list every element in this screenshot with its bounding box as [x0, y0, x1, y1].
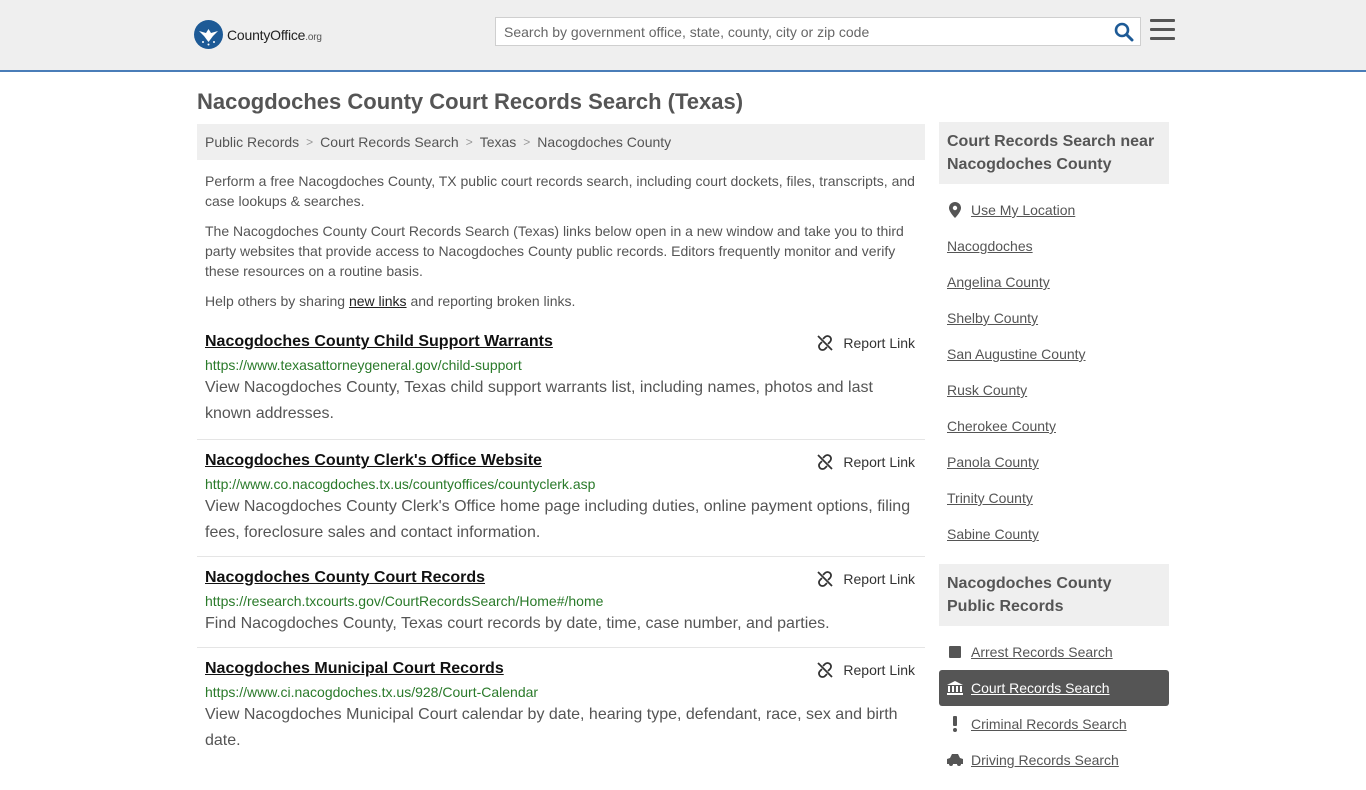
intro-paragraph: Perform a free Nacogdoches County, TX pu… — [205, 173, 915, 209]
listing-item: Nacogdoches County Clerk's Office Websit… — [197, 440, 925, 557]
search-box — [495, 17, 1141, 46]
records-item-driving[interactable]: Driving Records Search — [939, 742, 1169, 778]
nearby-link[interactable]: Nacogdoches — [947, 238, 1033, 254]
nearby-item[interactable]: Sabine County — [939, 516, 1169, 552]
nearby-heading: Court Records Search near Nacogdoches Co… — [939, 122, 1169, 184]
main-content: Public Records > Court Records Search > … — [197, 124, 925, 768]
nearby-item[interactable]: Trinity County — [939, 480, 1169, 516]
site-header: CountyOffice.org — [0, 0, 1366, 72]
nearby-link[interactable]: Shelby County — [947, 310, 1038, 326]
report-link-button[interactable]: Report Link — [817, 662, 915, 678]
listing-item: Nacogdoches Municipal Court Records http… — [197, 648, 925, 768]
listing-url: https://research.txcourts.gov/CourtRecor… — [205, 593, 604, 609]
sidebar: Court Records Search near Nacogdoches Co… — [939, 122, 1169, 790]
report-link-button[interactable]: Report Link — [817, 454, 915, 470]
nearby-link[interactable]: Trinity County — [947, 490, 1033, 506]
breadcrumb-texas[interactable]: Texas — [480, 134, 517, 150]
nearby-item[interactable]: Shelby County — [939, 300, 1169, 336]
broken-link-icon — [817, 571, 834, 587]
listing-item: Nacogdoches County Child Support Warrant… — [197, 327, 925, 440]
intro-paragraph: Help others by sharing new links and rep… — [205, 293, 576, 309]
nearby-item[interactable]: Panola County — [939, 444, 1169, 480]
chevron-right-icon: > — [465, 135, 473, 149]
nearby-link[interactable]: San Augustine County — [947, 346, 1086, 362]
driving-records-link[interactable]: Driving Records Search — [971, 752, 1119, 768]
court-records-link[interactable]: Court Records Search — [971, 680, 1110, 696]
nearby-item[interactable]: San Augustine County — [939, 336, 1169, 372]
new-links-link[interactable]: new links — [349, 293, 407, 309]
arrest-records-link[interactable]: Arrest Records Search — [971, 644, 1113, 660]
report-link-button[interactable]: Report Link — [817, 335, 915, 351]
public-records-heading: Nacogdoches County Public Records — [939, 564, 1169, 626]
nearby-link[interactable]: Panola County — [947, 454, 1039, 470]
records-item-criminal[interactable]: Criminal Records Search — [939, 706, 1169, 742]
intro-paragraph: The Nacogdoches County Court Records Sea… — [205, 223, 904, 279]
listing-title-link[interactable]: Nacogdoches Municipal Court Records — [205, 660, 504, 677]
broken-link-icon — [817, 662, 834, 678]
report-link-button[interactable]: Report Link — [817, 571, 915, 587]
page-title: Nacogdoches County Court Records Search … — [197, 89, 744, 114]
broken-link-icon — [817, 335, 834, 351]
site-logo[interactable]: CountyOffice.org — [194, 20, 322, 49]
use-location-item[interactable]: Use My Location — [939, 192, 1169, 228]
listing-description: Find Nacogdoches County, Texas court rec… — [205, 615, 830, 632]
listing-url: https://www.ci.nacogdoches.tx.us/928/Cou… — [205, 684, 539, 700]
exclamation-icon — [947, 716, 963, 732]
listing-description: View Nacogdoches Municipal Court calenda… — [205, 706, 898, 749]
breadcrumb-public-records[interactable]: Public Records — [205, 134, 299, 150]
public-records-list: Arrest Records Search Court Records Sear… — [939, 626, 1169, 790]
nearby-link[interactable]: Rusk County — [947, 382, 1027, 398]
listing-title-link[interactable]: Nacogdoches County Court Records — [205, 569, 485, 586]
map-pin-icon — [947, 202, 963, 218]
listing-url: http://www.co.nacogdoches.tx.us/countyof… — [205, 476, 596, 492]
nearby-link[interactable]: Cherokee County — [947, 418, 1056, 434]
nearby-item[interactable]: Nacogdoches — [939, 228, 1169, 264]
listing-description: View Nacogdoches County Clerk's Office h… — [205, 498, 911, 541]
breadcrumb-current: Nacogdoches County — [537, 134, 672, 150]
square-icon — [947, 646, 963, 658]
breadcrumb-court-records-search[interactable]: Court Records Search — [320, 134, 459, 150]
nearby-item[interactable]: Cherokee County — [939, 408, 1169, 444]
listing-url: https://www.texasattorneygeneral.gov/chi… — [205, 357, 522, 373]
chevron-right-icon: > — [306, 135, 314, 149]
courthouse-icon — [947, 681, 963, 695]
nearby-link[interactable]: Sabine County — [947, 526, 1039, 542]
listing-title-link[interactable]: Nacogdoches County Child Support Warrant… — [205, 333, 553, 350]
search-icon[interactable] — [1114, 22, 1134, 42]
chevron-right-icon: > — [523, 135, 531, 149]
use-my-location-link[interactable]: Use My Location — [971, 202, 1075, 218]
logo-text: CountyOffice.org — [227, 26, 322, 43]
hamburger-menu-icon[interactable] — [1150, 19, 1175, 41]
listing-description: View Nacogdoches County, Texas child sup… — [205, 379, 873, 422]
records-item-arrest[interactable]: Arrest Records Search — [939, 634, 1169, 670]
criminal-records-link[interactable]: Criminal Records Search — [971, 716, 1127, 732]
nearby-item[interactable]: Rusk County — [939, 372, 1169, 408]
nearby-item[interactable]: Angelina County — [939, 264, 1169, 300]
listing-title-link[interactable]: Nacogdoches County Clerk's Office Websit… — [205, 452, 542, 469]
nearby-list: Use My Location Nacogdoches Angelina Cou… — [939, 184, 1169, 564]
intro-text: Perform a free Nacogdoches County, TX pu… — [197, 171, 925, 311]
broken-link-icon — [817, 454, 834, 470]
logo-eagle-icon — [194, 20, 223, 49]
car-icon — [947, 754, 963, 766]
search-input[interactable] — [496, 18, 1096, 45]
listing-item: Nacogdoches County Court Records https:/… — [197, 557, 925, 648]
nearby-link[interactable]: Angelina County — [947, 274, 1050, 290]
records-item-court[interactable]: Court Records Search — [939, 670, 1169, 706]
breadcrumb: Public Records > Court Records Search > … — [197, 124, 925, 160]
